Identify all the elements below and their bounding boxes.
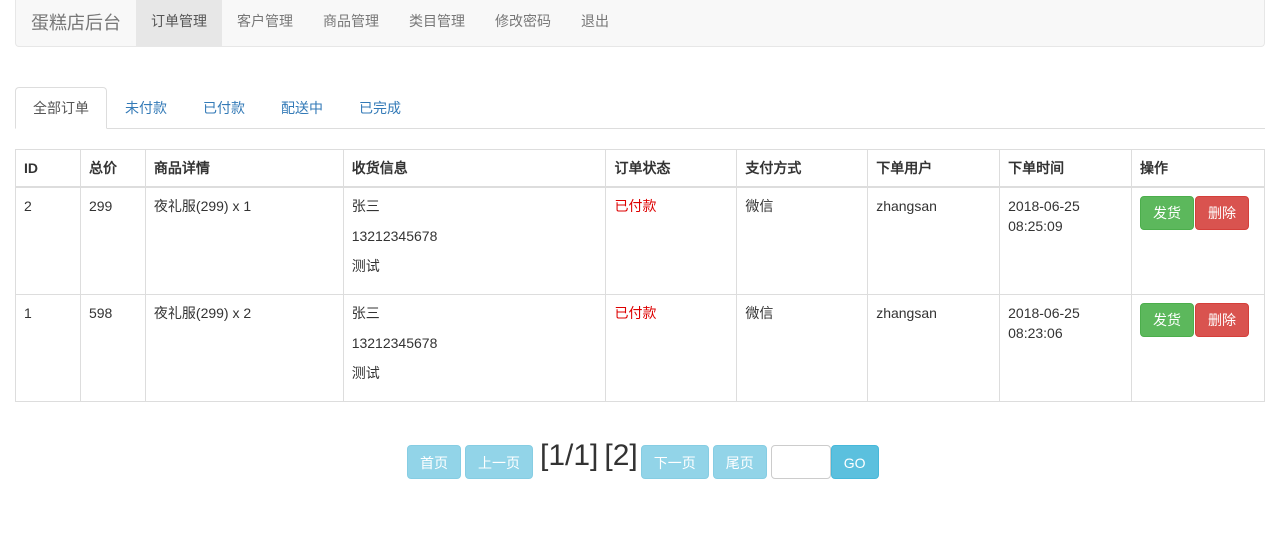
header-payment: 支付方式 — [736, 149, 869, 188]
table-row: 2 299 夜礼服(299) x 1 张三 13212345678 测试 已付款… — [15, 186, 1265, 295]
cell-payment: 微信 — [736, 186, 869, 295]
cell-user: zhangsan — [867, 186, 1001, 295]
cell-payment: 微信 — [736, 293, 869, 402]
brand-title[interactable]: 蛋糕店后台 — [16, 0, 136, 46]
cell-id: 2 — [15, 186, 81, 295]
receiver-name: 张三 — [351, 304, 380, 321]
order-status-tabs: 全部订单 未付款 已付款 配送中 已完成 — [15, 87, 1265, 129]
header-receiver: 收货信息 — [342, 149, 607, 188]
cell-time: 2018-06-25 08:23:06 — [999, 293, 1133, 402]
table-row: 1 598 夜礼服(299) x 2 张三 13212345678 测试 已付款… — [15, 293, 1265, 402]
first-page-button[interactable]: 首页 — [407, 445, 461, 479]
orders-table: ID 总价 商品详情 收货信息 订单状态 支付方式 下单用户 下单时间 操作 2… — [15, 149, 1265, 402]
header-total: 总价 — [79, 149, 146, 188]
receiver-phone: 13212345678 — [351, 228, 438, 244]
receiver-phone: 13212345678 — [351, 334, 438, 351]
cell-id: 1 — [15, 293, 81, 402]
go-button[interactable]: GO — [830, 445, 879, 479]
cell-total: 299 — [79, 186, 146, 295]
cell-status: 已付款 — [605, 293, 738, 402]
cell-actions: 发货 删除 — [1131, 293, 1265, 402]
cell-status: 已付款 — [605, 186, 738, 295]
header-user: 下单用户 — [867, 149, 1001, 188]
pagination: 首页 上一页 [1/1] [2] 下一页 尾页 GO — [407, 439, 883, 481]
receiver-address: 测试 — [351, 364, 380, 381]
cell-detail: 夜礼服(299) x 2 — [144, 293, 344, 402]
cell-actions: 发货 删除 — [1131, 186, 1265, 295]
tab-completed[interactable]: 已完成 — [341, 87, 419, 129]
top-navbar: 蛋糕店后台 订单管理 客户管理 商品管理 类目管理 修改密码 退出 — [15, 0, 1265, 47]
order-time: 08:23:06 — [1008, 324, 1063, 341]
nav-product-management[interactable]: 商品管理 — [308, 0, 394, 46]
next-page-button[interactable]: 下一页 — [640, 445, 709, 479]
order-date: 2018-06-25 — [1008, 198, 1080, 214]
total-count: [2] — [604, 439, 638, 472]
cell-detail: 夜礼服(299) x 1 — [144, 186, 344, 295]
cell-receiver: 张三 13212345678 测试 — [342, 293, 607, 402]
page-number-input[interactable] — [770, 445, 831, 479]
tab-all-orders[interactable]: 全部订单 — [15, 87, 107, 129]
order-date: 2018-06-25 — [1008, 304, 1080, 321]
cell-total: 598 — [79, 293, 146, 402]
order-time: 08:25:09 — [1008, 218, 1063, 234]
ship-button[interactable]: 发货 — [1140, 196, 1195, 230]
header-actions: 操作 — [1131, 149, 1265, 188]
receiver-address: 测试 — [351, 258, 380, 274]
receiver-name: 张三 — [351, 198, 380, 214]
tab-unpaid[interactable]: 未付款 — [107, 87, 185, 129]
nav-customer-management[interactable]: 客户管理 — [222, 0, 308, 46]
last-page-button[interactable]: 尾页 — [712, 445, 767, 479]
nav-logout[interactable]: 退出 — [566, 0, 624, 46]
delete-button[interactable]: 删除 — [1195, 302, 1250, 337]
ship-button[interactable]: 发货 — [1140, 302, 1195, 337]
cell-user: zhangsan — [867, 293, 1001, 402]
header-detail: 商品详情 — [144, 149, 344, 188]
header-status: 订单状态 — [605, 149, 738, 188]
cell-time: 2018-06-25 08:25:09 — [999, 186, 1133, 295]
nav-category-management[interactable]: 类目管理 — [394, 0, 480, 46]
nav-order-management[interactable]: 订单管理 — [136, 0, 222, 46]
cell-receiver: 张三 13212345678 测试 — [342, 186, 607, 295]
nav-change-password[interactable]: 修改密码 — [480, 0, 566, 46]
prev-page-button[interactable]: 上一页 — [465, 445, 533, 479]
header-id: ID — [15, 149, 81, 188]
table-header-row: ID 总价 商品详情 收货信息 订单状态 支付方式 下单用户 下单时间 操作 — [15, 149, 1265, 188]
page-indicator: [1/1] — [540, 439, 599, 472]
delete-button[interactable]: 删除 — [1195, 196, 1250, 230]
tab-paid[interactable]: 已付款 — [185, 87, 263, 129]
tab-shipping[interactable]: 配送中 — [263, 87, 341, 129]
header-time: 下单时间 — [999, 149, 1133, 188]
